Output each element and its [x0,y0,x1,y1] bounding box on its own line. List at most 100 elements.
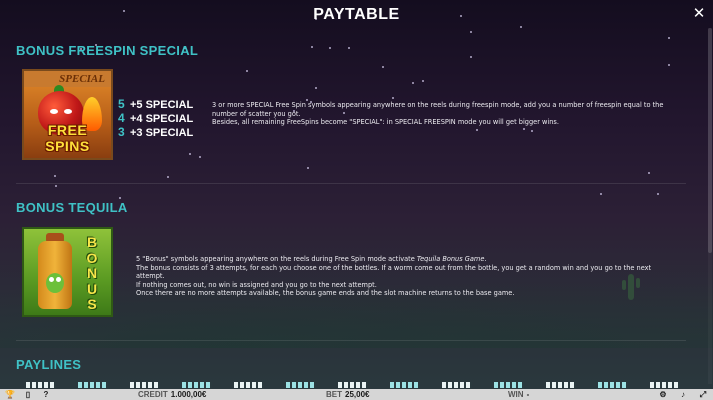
payline-thumbnail [598,382,628,388]
worm-eye-right [56,277,61,282]
bonus-letter: S [87,296,97,312]
description-line: The bonus consists of 3 attempts, for ea… [136,263,652,281]
payline-thumbnail [546,382,576,388]
payline-thumbnail [182,382,212,388]
star [523,128,525,130]
trash-icon[interactable]: ▯ [22,389,34,400]
pepper-eye-left [50,109,58,114]
star [412,82,414,84]
star [668,37,670,39]
bottom-right-icons: ⚙ ♪ ⤢ [657,389,709,400]
star [470,56,472,58]
pay-row: 5 +5 SPECIAL [118,96,193,111]
tequila-description: 5 "Bonus" symbols appearing anywhere on … [136,255,676,298]
section-title-paylines: PAYLINES [16,357,82,372]
star [167,176,169,178]
help-icon[interactable]: ? [40,389,52,400]
star [199,156,201,158]
pepper-eye-right [64,109,72,114]
credit-value: 1.000,00€ [170,390,207,399]
star [648,172,650,174]
section-title-freespin: BONUS FREESPIN SPECIAL [16,43,199,58]
section-divider [16,340,686,341]
free-spins-pepper-symbol: SPECIAL FREE SPINS [22,69,113,160]
description-line: If nothing comes out, no win is assigned… [136,280,377,289]
star [422,80,424,82]
star [657,193,659,195]
tequila-bottle-symbol: B O N U S [22,227,113,317]
paylines-preview [26,382,686,388]
star [54,175,56,177]
trophy-icon[interactable]: 🏆 [4,389,16,400]
star [329,47,331,49]
win-value: - [526,390,530,399]
bonus-letter: B [86,234,98,250]
payline-thumbnail [286,382,316,388]
pay-count: 5 [118,97,125,111]
win-display: WIN - [508,389,529,400]
description-line: 3 or more SPECIAL Free Spin symbols appe… [212,101,664,118]
bottom-left-icons: 🏆 ▯ ? [4,389,52,400]
section-divider [16,183,686,184]
symbol-special-label: SPECIAL [24,71,111,87]
symbol-bonus-label: B O N U S [81,234,103,313]
credit-label: CREDIT [138,390,168,399]
star [311,46,313,48]
sound-icon[interactable]: ♪ [677,389,689,400]
star [531,130,533,132]
freespin-pay-list: 5 +5 SPECIAL 4 +4 SPECIAL 3 +3 SPECIAL [118,96,194,139]
star [520,26,522,28]
bet-label: BET [326,390,342,399]
payline-thumbnail [234,382,264,388]
star [55,185,57,187]
description-line: 5 "Bonus" symbols appearing anywhere on … [136,255,676,264]
star [119,197,121,199]
star [246,70,248,72]
pay-count: 4 [118,111,125,125]
star [470,31,472,33]
pay-count: 3 [118,125,125,139]
star [189,153,191,155]
description-line: Once there are no more attempts availabl… [136,289,515,298]
payline-thumbnail [26,382,56,388]
description-emphasis: Tequila Bonus Game [416,255,485,263]
symbol-free-spins-label: FREE SPINS [45,122,90,154]
bet-value: 25,00€ [345,390,370,399]
section-title-tequila: BONUS TEQUILA [16,200,128,215]
payline-thumbnail [78,382,108,388]
settings-icon[interactable]: ⚙ [657,389,669,400]
star [315,87,317,89]
star [600,193,602,195]
scrollbar-thumb[interactable] [708,28,712,253]
payline-thumbnail [390,382,420,388]
freespin-description: 3 or more SPECIAL Free Spin symbols appe… [212,101,682,127]
star [668,64,670,66]
bottom-status-bar: 🏆 ▯ ? CREDIT 1.000,00€ BET 25,00€ WIN - ⚙ ♪… [0,389,713,400]
paytable-title: PAYTABLE [313,6,400,23]
payline-thumbnail [338,382,368,388]
fullscreen-icon[interactable]: ⤢ [697,389,709,400]
close-icon[interactable]: ✕ [691,5,707,21]
pay-row: 3 +3 SPECIAL [118,124,194,139]
bet-display: BET 25,00€ [326,389,369,400]
pay-row: 4 +4 SPECIAL [118,110,193,125]
payline-thumbnail [650,382,680,388]
bonus-letter: N [86,265,98,281]
payline-thumbnail [130,382,160,388]
pay-value: +3 SPECIAL [130,127,194,139]
credit-display: CREDIT 1.000,00€ [138,389,206,400]
scrollbar[interactable] [708,28,712,384]
payline-thumbnail [442,382,472,388]
win-label: WIN [508,390,524,399]
star [348,47,350,49]
worm-eye-left [49,277,54,282]
star [476,129,478,131]
description-line: Besides, all remaining FreeSpins become … [212,118,559,127]
description-text: . [484,255,487,263]
star [382,66,384,68]
worm-icon [46,273,64,293]
bonus-letter: U [86,280,98,297]
description-text: 5 "Bonus" symbols appearing anywhere on … [136,255,417,263]
bonus-letter: O [86,249,98,266]
star [307,167,309,169]
